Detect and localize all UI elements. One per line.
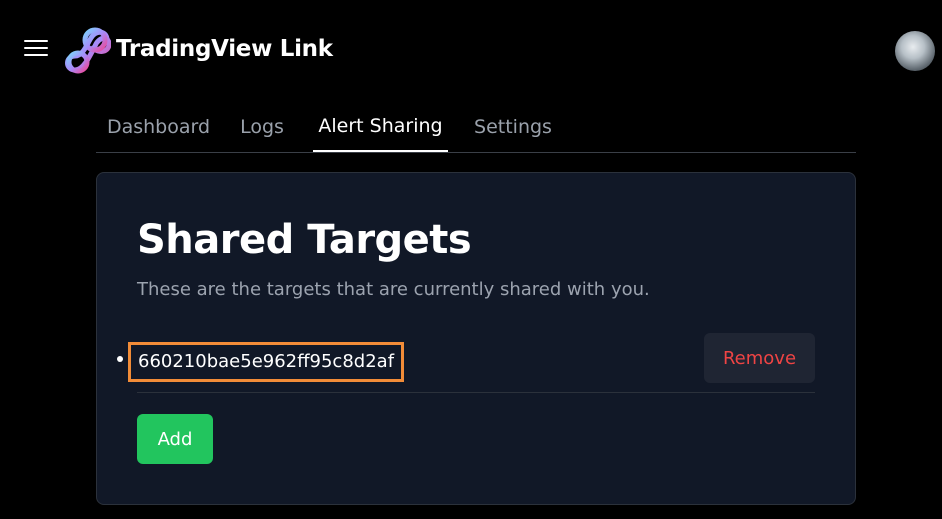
remove-button[interactable]: Remove: [704, 333, 815, 383]
tab-alert-sharing[interactable]: Alert Sharing: [313, 104, 448, 152]
list-item: 660210bae5e962ff95c8d2af Remove: [97, 333, 815, 393]
page-subtitle: These are the targets that are currently…: [137, 279, 650, 300]
top-bar: TradingView Link: [0, 0, 942, 100]
tab-logs[interactable]: Logs: [236, 104, 288, 151]
infinity-logo-icon[interactable]: [61, 24, 111, 76]
page-title: Shared Targets: [137, 217, 472, 263]
hamburger-menu-icon[interactable]: [24, 40, 48, 60]
nav-tabs: Dashboard Logs Alert Sharing Settings: [96, 104, 856, 153]
bullet-icon: [117, 356, 123, 362]
tab-settings[interactable]: Settings: [473, 104, 553, 151]
add-button[interactable]: Add: [137, 414, 213, 464]
tab-dashboard[interactable]: Dashboard: [106, 104, 211, 151]
user-avatar[interactable]: [895, 31, 935, 71]
target-id: 660210bae5e962ff95c8d2af: [128, 342, 405, 382]
app-title: TradingView Link: [116, 36, 333, 62]
shared-targets-card: Shared Targets These are the targets tha…: [96, 172, 856, 505]
